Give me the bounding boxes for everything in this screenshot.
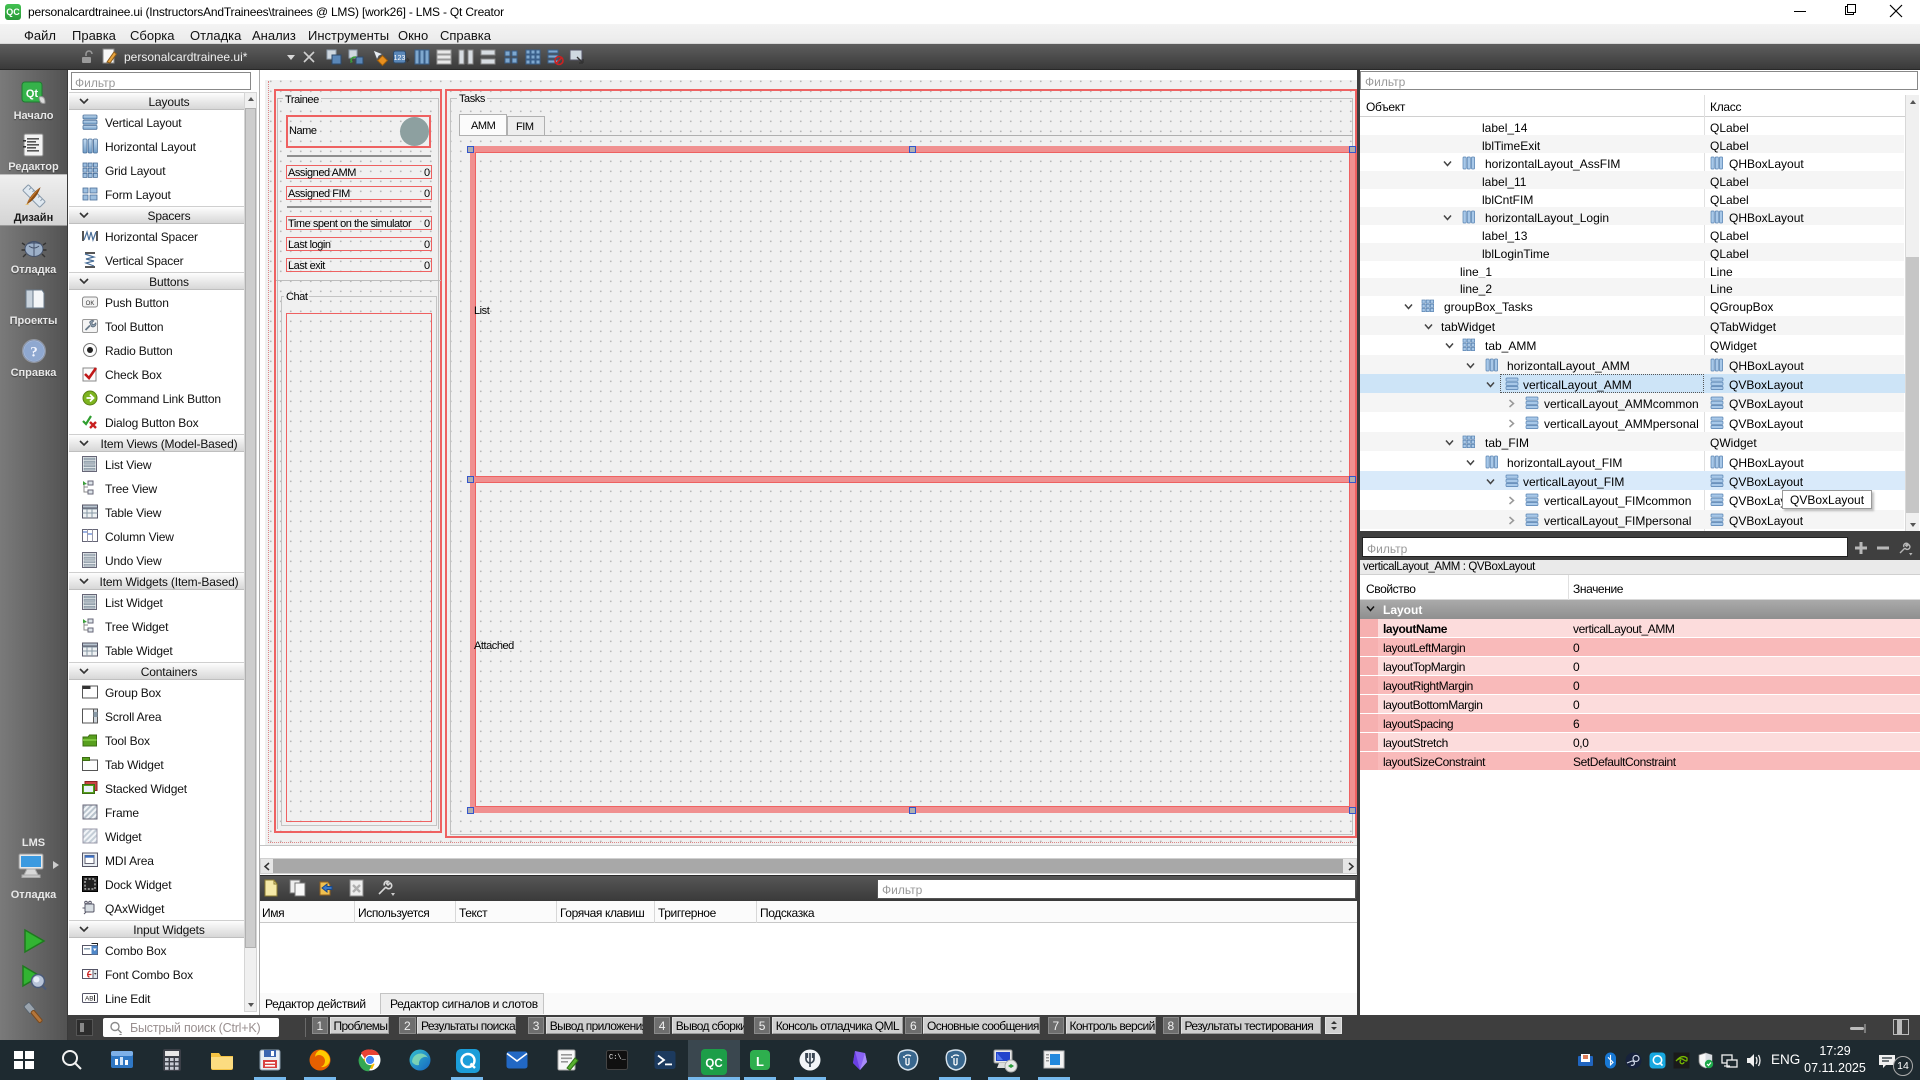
svg-text:AB: AB [85, 996, 94, 1003]
svg-text:Qt: Qt [26, 88, 39, 100]
svg-text:123: 123 [394, 55, 406, 62]
svg-text:C:\_: C:\_ [609, 1054, 627, 1062]
svg-text:QC: QC [705, 1058, 722, 1070]
svg-text:?: ? [30, 345, 38, 361]
svg-text:L: L [756, 1054, 764, 1069]
svg-text:OK: OK [86, 301, 95, 307]
